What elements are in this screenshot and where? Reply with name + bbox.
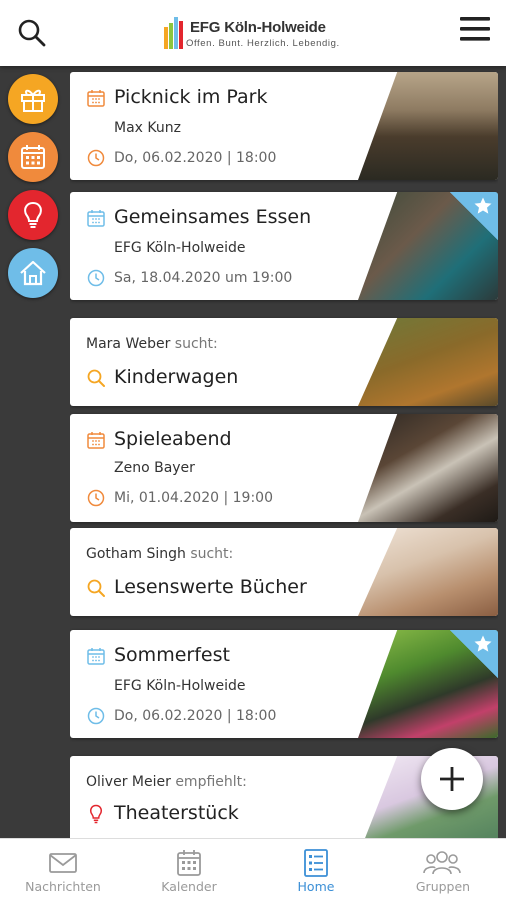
- event-card[interactable]: Gemeinsames Essen EFG Köln-Holweide Sa, …: [70, 192, 498, 300]
- request-author-line: Gotham Singh sucht:: [86, 546, 233, 562]
- search-icon: [18, 19, 46, 47]
- event-photo: [358, 72, 498, 180]
- event-title: Picknick im Park: [114, 86, 268, 108]
- search-request-card[interactable]: Mara Weber sucht: Kinderwagen: [70, 318, 498, 406]
- search-button[interactable]: [16, 17, 48, 49]
- rail-button-gifts[interactable]: [8, 74, 58, 124]
- star-icon: [474, 197, 492, 214]
- clock-icon: [87, 707, 105, 725]
- calendar-icon: [21, 145, 45, 169]
- featured-badge: [450, 192, 498, 240]
- event-organizer: EFG Köln-Holweide: [114, 240, 246, 256]
- calendar-icon: [87, 90, 105, 107]
- gift-icon: [21, 89, 45, 112]
- hamburger-menu-icon: [460, 17, 490, 41]
- event-organizer: Max Kunz: [114, 120, 181, 136]
- nav-label: Nachrichten: [25, 879, 101, 894]
- add-post-button[interactable]: [421, 748, 483, 810]
- search-icon: [87, 579, 105, 597]
- plus-icon: [440, 767, 464, 791]
- search-icon: [87, 369, 105, 387]
- recommendation-author: Oliver Meier: [86, 774, 171, 790]
- event-title: Spieleabend: [114, 428, 232, 450]
- lightbulb-icon: [90, 804, 102, 824]
- nav-item-home[interactable]: Home: [253, 839, 379, 900]
- calendar-icon: [87, 210, 105, 227]
- request-photo: [358, 528, 498, 616]
- recommendation-author-line: Oliver Meier empfiehlt:: [86, 774, 247, 790]
- request-title: Lesenswerte Bücher: [114, 576, 307, 598]
- event-card[interactable]: Picknick im Park Max Kunz Do, 06.02.2020…: [70, 72, 498, 180]
- event-card[interactable]: Spieleabend Zeno Bayer Mi, 01.04.2020 | …: [70, 414, 498, 522]
- request-verb: sucht:: [174, 336, 218, 352]
- event-title: Gemeinsames Essen: [114, 206, 312, 228]
- envelope-icon: [49, 853, 77, 873]
- nav-label: Home: [297, 879, 335, 894]
- menu-button[interactable]: [458, 14, 492, 44]
- home-icon: [20, 260, 46, 286]
- star-icon: [474, 635, 492, 652]
- calendar-icon: [87, 432, 105, 449]
- event-date: Mi, 01.04.2020 | 19:00: [114, 490, 273, 506]
- request-title: Kinderwagen: [114, 366, 239, 388]
- lightbulb-icon: [24, 201, 42, 228]
- recommendation-title: Theaterstück: [114, 802, 239, 824]
- request-author-line: Mara Weber sucht:: [86, 336, 218, 352]
- logo-name: EFG Köln-Holweide: [190, 19, 326, 36]
- request-author: Mara Weber: [86, 336, 171, 352]
- event-title: Sommerfest: [114, 644, 230, 666]
- request-author: Gotham Singh: [86, 546, 186, 562]
- app-header: EFG Köln-Holweide Offen. Bunt. Herzlich.…: [0, 0, 506, 66]
- recommendation-verb: empfiehlt:: [175, 774, 247, 790]
- feed-list-icon: [304, 849, 328, 877]
- event-photo: [358, 414, 498, 522]
- featured-badge: [450, 630, 498, 678]
- nav-item-nachrichten[interactable]: Nachrichten: [0, 839, 126, 900]
- event-date: Do, 06.02.2020 | 18:00: [114, 150, 277, 166]
- event-card[interactable]: Sommerfest EFG Köln-Holweide Do, 06.02.2…: [70, 630, 498, 738]
- logo-bars: [164, 17, 183, 49]
- clock-icon: [87, 489, 105, 507]
- request-photo: [358, 318, 498, 406]
- calendar-icon: [87, 648, 105, 665]
- nav-item-kalender[interactable]: Kalender: [126, 839, 252, 900]
- event-date: Sa, 18.04.2020 um 19:00: [114, 270, 293, 286]
- category-rail: [0, 66, 66, 838]
- request-verb: sucht:: [190, 546, 234, 562]
- search-request-card[interactable]: Gotham Singh sucht: Lesenswerte Bücher: [70, 528, 498, 616]
- clock-icon: [87, 269, 105, 287]
- nav-label: Kalender: [161, 879, 217, 894]
- rail-button-ideas[interactable]: [8, 190, 58, 240]
- nav-label: Gruppen: [415, 879, 471, 894]
- logo-tagline: Offen. Bunt. Herzlich. Lebendig.: [186, 38, 340, 49]
- feed-list: Picknick im Park Max Kunz Do, 06.02.2020…: [70, 66, 498, 838]
- event-organizer: EFG Köln-Holweide: [114, 678, 246, 694]
- rail-button-events[interactable]: [8, 132, 58, 182]
- church-logo: EFG Köln-Holweide Offen. Bunt. Herzlich.…: [164, 17, 349, 51]
- event-organizer: Zeno Bayer: [114, 460, 195, 476]
- group-icon: [423, 851, 461, 875]
- rail-button-home[interactable]: [8, 248, 58, 298]
- clock-icon: [87, 149, 105, 167]
- nav-item-gruppen[interactable]: Gruppen: [380, 839, 506, 900]
- calendar-icon: [177, 850, 201, 876]
- event-date: Do, 06.02.2020 | 18:00: [114, 708, 277, 724]
- bottom-navigation: Nachrichten Kalender Home Gruppen: [0, 838, 506, 900]
